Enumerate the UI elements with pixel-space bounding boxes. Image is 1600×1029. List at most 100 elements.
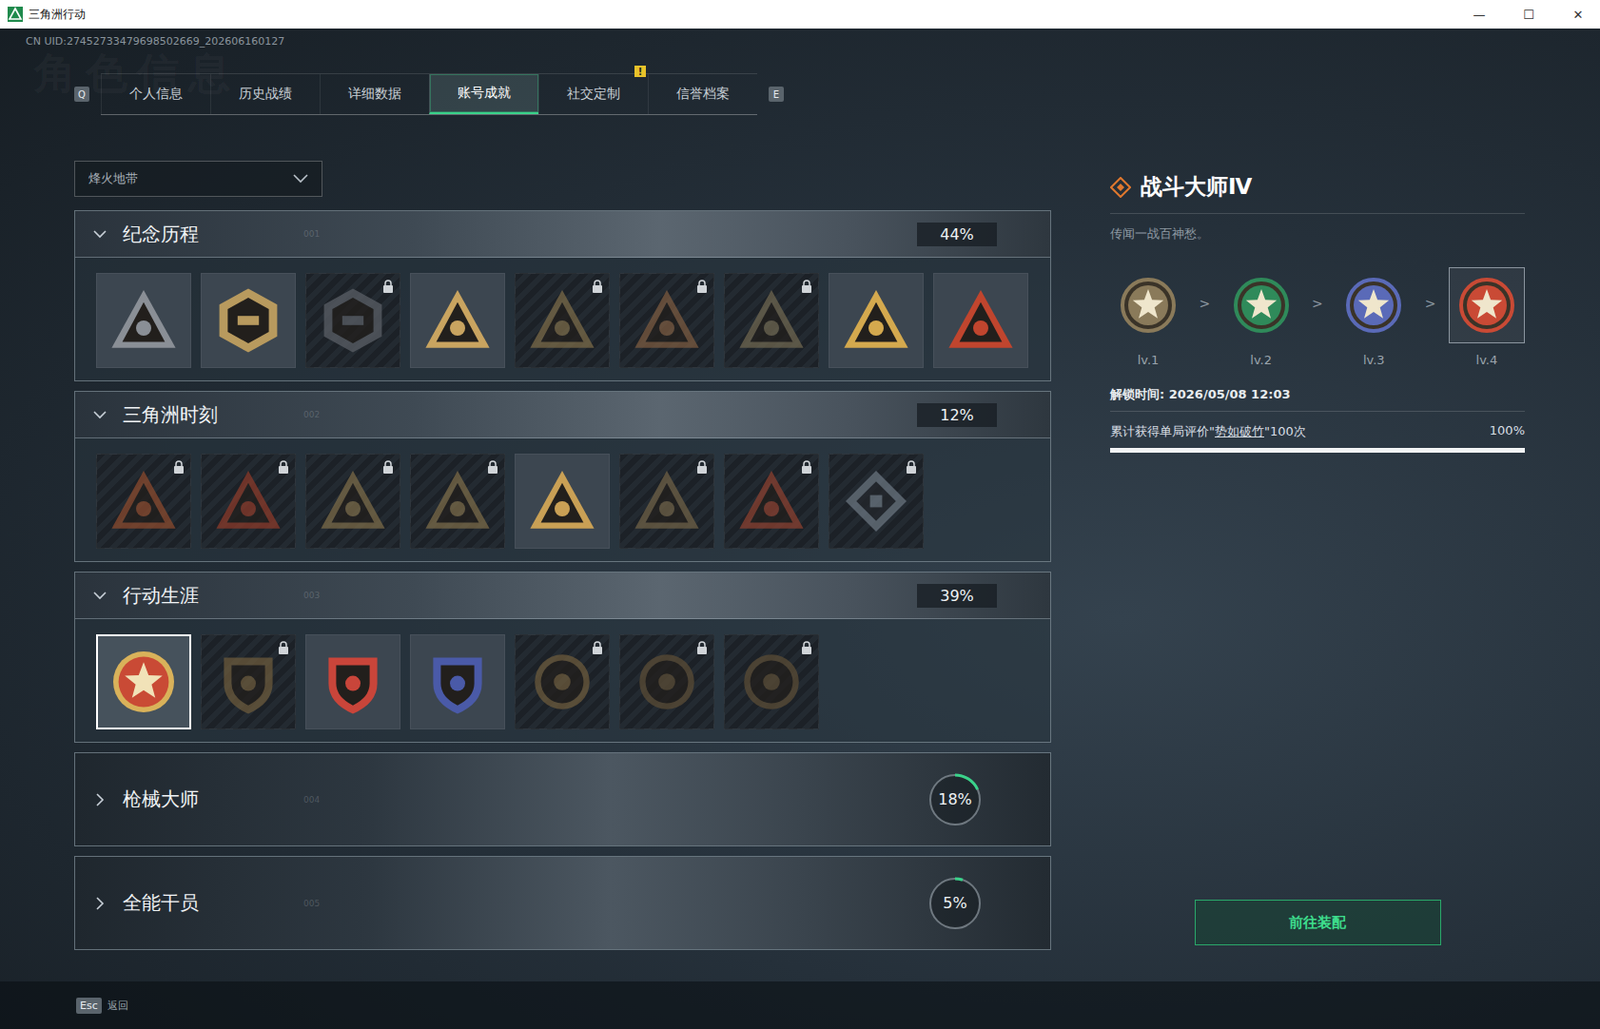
tab[interactable]: 个人信息 <box>100 74 211 115</box>
badge-tile[interactable] <box>723 634 820 730</box>
achievement-list: 烽火地带纪念历程00144% 三角洲时刻00212% 行动生涯00339% 枪械大师0… <box>74 160 1052 946</box>
badge-tile[interactable] <box>828 453 924 549</box>
badge-tile[interactable] <box>409 634 506 730</box>
triangle-badge-icon <box>628 282 705 359</box>
prev-tab-key[interactable]: Q <box>74 86 90 102</box>
badge-tile[interactable] <box>619 453 715 549</box>
badge-tile[interactable] <box>828 273 924 369</box>
tab[interactable]: 详细数据 <box>319 74 430 115</box>
lock-icon <box>696 460 708 474</box>
uid-label: CN UID:27452733479698502669_202606160127 <box>25 34 1600 50</box>
badge-tile[interactable] <box>723 273 820 369</box>
shield-badge-icon <box>314 643 391 721</box>
badge-tile[interactable] <box>305 273 401 369</box>
task-progress-bar <box>1110 448 1525 453</box>
round-badge-icon <box>628 643 705 721</box>
section-header[interactable]: 枪械大师00418% <box>75 753 1051 846</box>
lock-icon <box>382 460 394 474</box>
equip-button[interactable]: 前往装配 <box>1194 899 1442 946</box>
back-key[interactable]: Esc <box>76 997 102 1015</box>
section-header[interactable]: 行动生涯00339% <box>75 572 1051 620</box>
badge-tile[interactable] <box>96 634 192 730</box>
badge-tile[interactable] <box>514 273 610 369</box>
triangle-badge-icon <box>210 463 287 540</box>
window-control-button[interactable]: ✕ <box>1556 7 1600 22</box>
level-item[interactable]: lv.1 <box>1110 267 1187 368</box>
badge-tile[interactable] <box>409 453 506 549</box>
badge-tile[interactable] <box>619 634 715 730</box>
chevron-down-icon <box>92 226 108 242</box>
badge-grid <box>75 438 1051 562</box>
badge-tile[interactable] <box>200 634 296 730</box>
lock-icon <box>800 279 813 293</box>
triangle-badge-icon <box>524 463 601 540</box>
star-medal-icon <box>1119 276 1177 334</box>
lock-icon <box>487 460 499 474</box>
badge-tile[interactable] <box>723 453 820 549</box>
hexagon-badge-icon <box>210 282 287 359</box>
badge-tile[interactable] <box>619 273 715 369</box>
badge-tile[interactable] <box>933 273 1029 369</box>
diamond-badge-icon <box>838 463 915 540</box>
achievement-section: 三角洲时刻00212% <box>74 390 1052 563</box>
game-window: 三角洲行动 — ☐ ✕ 角色信息CN UID:27452733479698502669_… <box>0 0 1600 1029</box>
tab-bar: Q 个人信息历史战绩详细数据账号成就社交定制!信誉档案 E <box>74 73 1600 116</box>
section-header[interactable]: 全能干员0055% <box>75 857 1051 950</box>
section-header[interactable]: 纪念历程00144% <box>75 211 1051 258</box>
section-progress-ring: 5% <box>926 875 984 933</box>
tab[interactable]: 信誉档案 <box>647 74 758 115</box>
lock-icon <box>905 460 918 474</box>
shield-badge-icon <box>419 643 496 721</box>
chevron-down-icon <box>92 587 108 604</box>
triangle-badge-icon <box>419 463 496 540</box>
next-tab-key[interactable]: E <box>768 86 784 102</box>
lock-icon <box>173 460 185 474</box>
mode-dropdown[interactable]: 烽火地带 <box>74 160 323 197</box>
screen: 角色信息CN UID:27452733479698502669_20260616… <box>0 28 1600 982</box>
window-title: 三角洲行动 <box>28 6 86 23</box>
achievement-detail: 战斗大师Ⅳ传闻一战百神愁。lv.1>lv.2>lv.3>lv.4解锁时间: 20… <box>1110 160 1525 946</box>
hexagon-badge-icon <box>314 282 391 359</box>
shield-badge-icon <box>210 643 287 721</box>
lock-icon <box>382 279 394 293</box>
badge-tile[interactable] <box>200 273 296 369</box>
tab[interactable]: 社交定制! <box>538 74 648 115</box>
badge-tile[interactable] <box>200 453 296 549</box>
lock-icon <box>800 460 813 474</box>
triangle-badge-icon <box>314 463 391 540</box>
badge-tile[interactable] <box>305 634 401 730</box>
badge-tile[interactable] <box>409 273 506 369</box>
tab-alert-badge: ! <box>634 65 646 78</box>
triangle-badge-icon <box>628 463 705 540</box>
tab[interactable]: 账号成就 <box>429 74 539 115</box>
level-track: lv.1>lv.2>lv.3>lv.4 <box>1110 267 1525 368</box>
badge-tile[interactable] <box>514 453 610 549</box>
window-control-button[interactable]: ☐ <box>1506 7 1551 22</box>
badge-tile[interactable] <box>96 453 192 549</box>
section-percent: 39% <box>917 584 997 608</box>
section-title: 纪念历程 <box>122 221 304 248</box>
lock-icon <box>591 641 604 655</box>
level-item[interactable]: lv.2 <box>1223 267 1300 368</box>
tab-list: 个人信息历史战绩详细数据账号成就社交定制!信誉档案 <box>100 73 758 116</box>
section-header[interactable]: 三角洲时刻00212% <box>75 391 1051 439</box>
badge-grid <box>75 257 1051 381</box>
back-label: 返回 <box>107 998 129 1014</box>
badge-tile[interactable] <box>305 453 401 549</box>
chevron-down-icon <box>292 174 309 184</box>
level-item[interactable]: lv.4 <box>1448 267 1525 368</box>
level-item[interactable]: lv.3 <box>1335 267 1412 368</box>
window-control-button[interactable]: — <box>1457 7 1502 22</box>
game-logo-icon <box>7 6 23 22</box>
achievement-section: 全能干员0055% <box>74 856 1052 951</box>
lock-icon <box>591 279 604 293</box>
section-code: 001 <box>303 229 320 239</box>
tab[interactable]: 历史战绩 <box>210 74 320 115</box>
badge-tile[interactable] <box>96 273 192 369</box>
triangle-badge-icon <box>942 282 1019 359</box>
lock-icon <box>277 641 290 655</box>
lock-icon <box>800 641 813 655</box>
level-separator: > <box>1424 295 1437 312</box>
round-badge-icon <box>524 643 601 721</box>
badge-tile[interactable] <box>514 634 610 730</box>
